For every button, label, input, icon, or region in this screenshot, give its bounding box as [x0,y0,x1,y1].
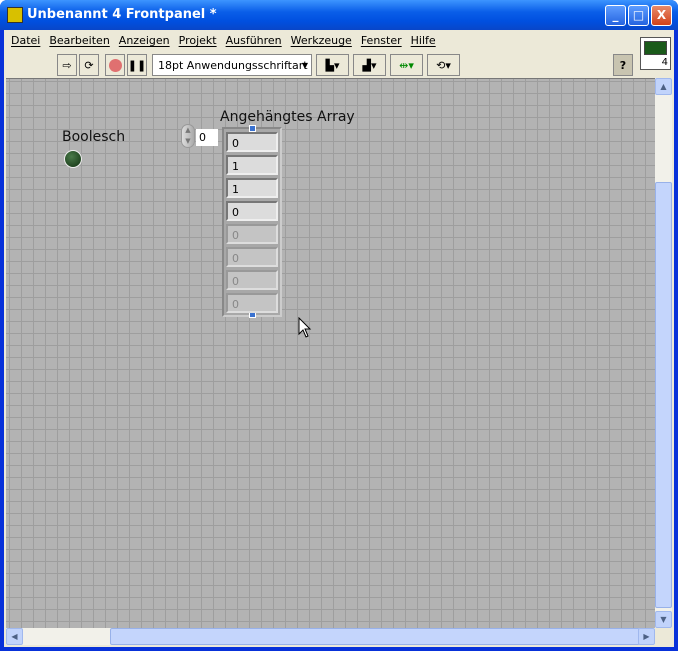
window-title: Unbenannt 4 Frontpanel * [27,7,217,22]
array-element[interactable]: 1 [226,178,278,198]
align-objects-icon[interactable]: ▙▾ [316,54,349,76]
menu-werkzeuge[interactable]: Werkzeuge [288,30,358,52]
led-label: Boolesch [62,129,126,145]
title-bar: Unbenannt 4 Frontpanel * _ □ X [0,0,678,30]
array-element-empty[interactable]: 0 [226,270,278,290]
array-element[interactable]: 1 [226,155,278,175]
run-arrow-icon[interactable]: ⇨ [57,54,77,76]
scroll-left-icon[interactable]: ◀ [6,628,23,645]
font-label: 18pt Anwendungsschriftart [158,58,308,72]
array-label: Angehängtes Array [220,109,355,125]
scroll-down-icon[interactable]: ▼ [655,611,672,628]
menu-ausfuehren[interactable]: Ausführen [223,30,288,52]
array-index[interactable]: 0 [196,129,218,146]
connector-number: 4 [661,57,668,68]
vertical-scrollbar[interactable]: ▲ ▼ [655,78,672,628]
labview-icon [7,7,23,23]
resize-handle-top[interactable] [249,125,256,132]
menu-datei[interactable]: Datei [8,30,46,52]
menu-anzeigen[interactable]: Anzeigen [116,30,176,52]
mouse-cursor-icon [298,317,312,338]
maximize-button[interactable]: □ [628,5,649,26]
horizontal-scrollbar[interactable]: ◀ ▶ [6,628,655,645]
horizontal-scroll-thumb[interactable] [110,628,640,645]
array-element-empty[interactable]: 0 [226,247,278,267]
connector-pane-icon[interactable]: 4 [640,37,671,70]
menu-bar: Datei Bearbeiten Anzeigen Projekt Ausfüh… [4,30,442,52]
front-panel-canvas[interactable]: Boolesch Angehängtes Array ▲ ▼ 0 0 1 1 0 … [6,78,655,628]
reorder-icon[interactable]: ⟲▾ [427,54,460,76]
boolean-led[interactable] [64,150,82,168]
array-element[interactable]: 0 [226,201,278,221]
scroll-up-icon[interactable]: ▲ [655,78,672,95]
chevron-down-icon: ▼ [301,60,308,70]
array-element-empty[interactable]: 0 [226,293,278,313]
minimize-button[interactable]: _ [605,5,626,26]
run-continuously-icon[interactable]: ⟳ [79,54,99,76]
window: Unbenannt 4 Frontpanel * _ □ X Datei Bea… [0,0,678,651]
scroll-right-icon[interactable]: ▶ [638,628,655,645]
menu-bearbeiten[interactable]: Bearbeiten [46,30,115,52]
help-button[interactable]: ? [613,54,633,76]
index-spinner[interactable]: ▲ ▼ [181,124,195,148]
abort-icon[interactable] [105,54,125,76]
vertical-scroll-thumb[interactable] [655,182,672,608]
font-dropdown[interactable]: 18pt Anwendungsschriftart ▼ [152,54,312,76]
distribute-objects-icon[interactable]: ▟▾ [353,54,386,76]
array-element-empty[interactable]: 0 [226,224,278,244]
resize-objects-icon[interactable]: ⇹▾ [390,54,423,76]
pause-icon[interactable]: ❚❚ [127,54,147,76]
array-element[interactable]: 0 [226,132,278,152]
menu-hilfe[interactable]: Hilfe [408,30,442,52]
menu-projekt[interactable]: Projekt [176,30,223,52]
menu-fenster[interactable]: Fenster [358,30,408,52]
close-button[interactable]: X [651,5,672,26]
